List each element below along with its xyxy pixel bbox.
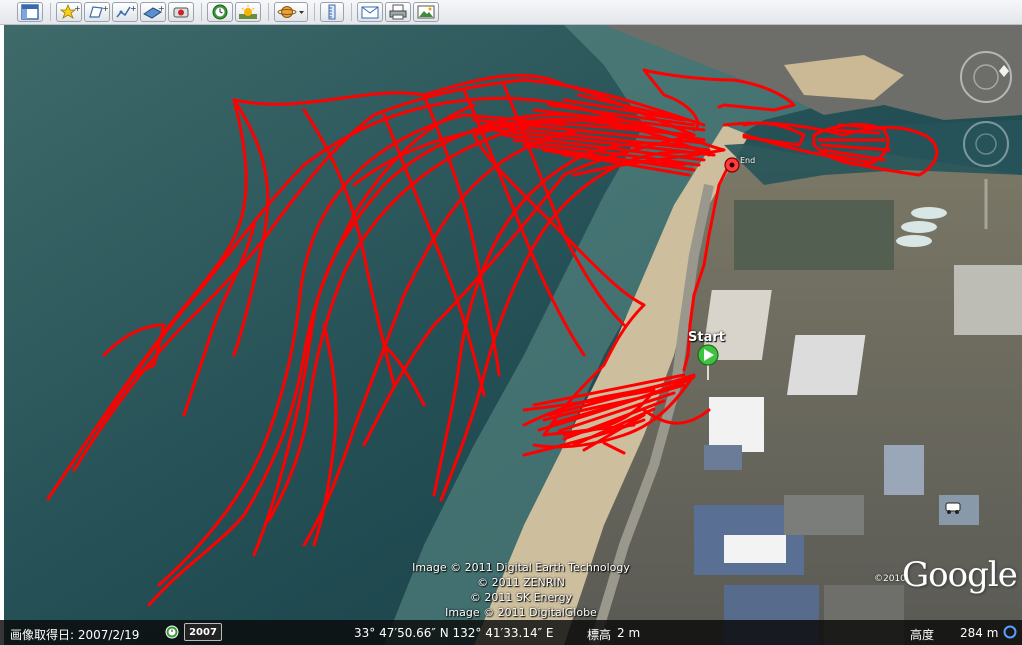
add-placemark-button[interactable]: + <box>56 2 82 22</box>
imagery-year-button[interactable]: 2007 <box>184 623 222 641</box>
imagery-credits: Image © 2011 Digital Earth Technology © … <box>386 560 656 620</box>
streaming-status-icon <box>1003 625 1017 639</box>
image-overlay-icon: + <box>143 4 165 19</box>
credit-line: © 2011 SK Energy <box>469 591 573 604</box>
coordinates-readout: 33° 47′50.66″ N 132° 41′33.14″ E <box>354 626 554 640</box>
elevation-label: 標高 <box>587 628 612 642</box>
svg-text:+: + <box>74 4 81 13</box>
imagery-date: 画像取得日: 2007/2/19 <box>10 628 140 642</box>
historical-imagery-button[interactable] <box>207 2 233 22</box>
svg-text:+: + <box>130 4 137 13</box>
compass-ring[interactable] <box>960 51 1012 103</box>
north-icon[interactable] <box>999 65 1009 77</box>
switch-planet-button[interactable] <box>274 2 308 22</box>
credit-line: Image © 2011 Digital Earth Technology <box>412 561 630 574</box>
add-polygon-button[interactable]: + <box>84 2 110 22</box>
map-view[interactable]: Start End Image © 2011 Digital Earth Tec… <box>4 25 1022 645</box>
record-tour-icon <box>173 7 189 18</box>
google-logo: Google <box>902 555 1018 595</box>
navigation-controls[interactable] <box>949 49 1022 229</box>
path-icon: + <box>116 4 137 18</box>
sunlight-button[interactable] <box>235 2 261 22</box>
print-icon <box>389 4 407 20</box>
credit-line: Image © 2011 DigitalGlobe <box>445 606 597 619</box>
toolbar: + + + + <box>0 0 1022 25</box>
look-joystick[interactable] <box>973 64 999 90</box>
eye-altitude-value: 284 m <box>960 626 999 640</box>
start-label: Start <box>688 330 725 345</box>
svg-text:+: + <box>158 4 165 13</box>
svg-text:+: + <box>102 4 109 13</box>
sidebar-toggle-button[interactable] <box>17 2 43 22</box>
sun-icon <box>239 5 257 19</box>
record-tour-button[interactable] <box>168 2 194 22</box>
status-bar: 画像取得日: 2007/2/19 33° 47′50.66″ N 132° 41… <box>0 620 1022 645</box>
ruler-button[interactable] <box>320 2 344 22</box>
placemark-icon: + <box>59 3 81 19</box>
satellite-imagery <box>4 25 1022 645</box>
print-button[interactable] <box>385 2 411 22</box>
polygon-icon: + <box>89 4 109 18</box>
email-button[interactable] <box>357 2 383 22</box>
historical-imagery-icon[interactable] <box>165 625 179 639</box>
elevation-value: 2 m <box>617 626 641 640</box>
credit-line: © 2011 ZENRIN <box>477 576 565 589</box>
ruler-icon <box>328 4 336 20</box>
email-icon <box>361 6 379 19</box>
save-image-button[interactable] <box>413 2 439 22</box>
end-marker[interactable] <box>724 157 740 173</box>
eye-altitude-label: 高度 <box>910 628 935 642</box>
add-image-overlay-button[interactable]: + <box>140 2 166 22</box>
end-label: End <box>740 156 756 165</box>
sidebar-icon <box>21 4 39 20</box>
move-joystick[interactable] <box>963 121 1009 167</box>
historical-imagery-icon <box>212 4 228 20</box>
add-path-button[interactable]: + <box>112 2 138 22</box>
save-image-icon <box>417 5 435 19</box>
planets-icon <box>277 6 304 18</box>
